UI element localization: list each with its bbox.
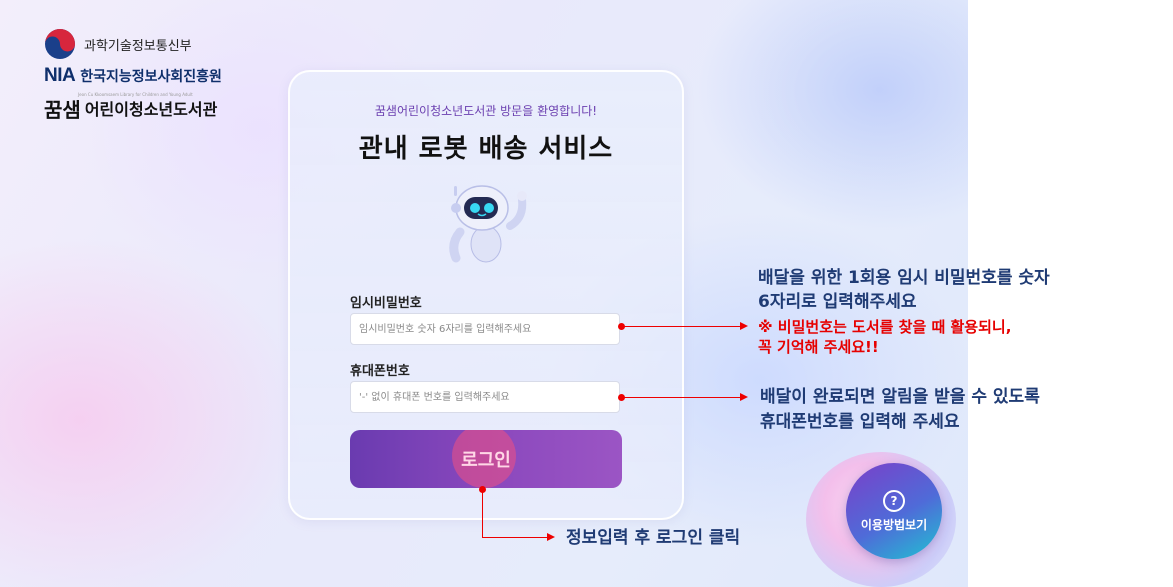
phone-annotation-line2: 휴대폰번호를 입력해 주세요 [760,412,960,432]
library-mark: 꿈샘 [44,94,83,123]
phone-input[interactable] [350,381,620,413]
password-note-line2: 꼭 기억해 주세요!! [758,338,879,356]
login-card: 꿈샘어린이청소년도서관 방문을 환영합니다! 관내 로봇 배송 서비스 임시비밀… [288,70,684,520]
nia-name: 한국지능정보사회진흥원 [80,69,222,85]
welcome-text: 꿈샘어린이청소년도서관 방문을 환영합니다! [374,104,598,118]
password-annotation-line2: 6자리로 입력해주세요 [758,292,917,312]
password-label: 임시비밀번호 [350,296,422,311]
logo-group: 과학기술정보통신부 NIA 한국지능정보사회진흥원 Jeon Cu Kkooms… [44,28,222,124]
help-button-label: 이용방법보기 [860,517,928,532]
library-name: 어린이청소년도서관 [84,100,218,119]
login-pointer-arrow [547,533,555,541]
password-pointer-arrow [740,322,748,330]
question-circle-icon: ? [883,489,905,512]
library-sub: Jeon Cu Kkoomsaem Library for Children a… [78,92,193,97]
password-input[interactable] [350,313,620,345]
library-logo: Jeon Cu Kkoomsaem Library for Children a… [44,92,222,124]
robot-illustration-icon [449,185,527,263]
phone-annotation-line1: 배달이 완료되면 알림을 받을 수 있도록 [760,387,1040,407]
gov-name: 과학기술정보통신부 [84,38,192,54]
login-button-label: 로그인 [461,450,511,471]
taegeuk-emblem-icon [45,29,75,59]
gov-logo: 과학기술정보통신부 [44,28,222,60]
password-pointer-line [622,326,742,327]
phone-pointer-arrow [740,393,748,401]
phone-pointer-line [622,397,742,398]
page-title: 관내 로봇 배송 서비스 [358,134,614,164]
login-pointer-hline [482,537,548,538]
help-button[interactable]: ? 이용방법보기 [846,463,942,559]
login-button[interactable]: 로그인 [350,430,622,488]
nia-mark: NIA [44,65,76,86]
login-annotation: 정보입력 후 로그인 클릭 [566,528,741,548]
password-annotation-line1: 배달을 위한 1회용 임시 비밀번호를 숫자 [758,268,1050,288]
phone-label: 휴대폰번호 [350,364,410,379]
login-pointer-vline [482,490,483,538]
password-note-line1: ※ 비밀번호는 도서를 찾을 때 활용되니, [758,318,1012,336]
nia-logo: NIA 한국지능정보사회진흥원 [44,60,222,92]
